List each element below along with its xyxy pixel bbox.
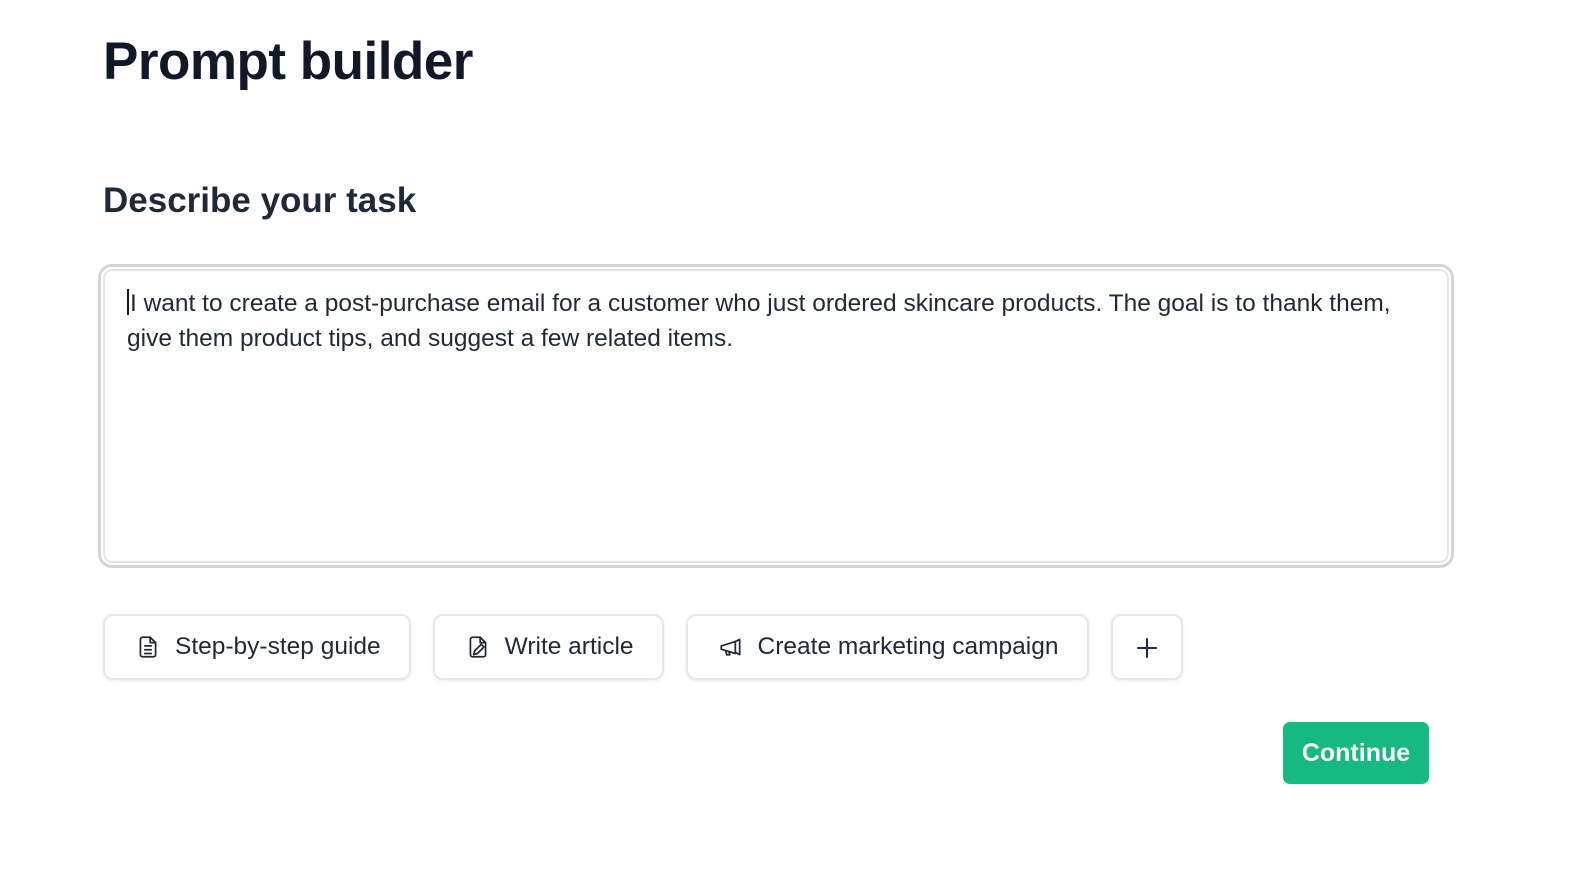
document-icon [135, 634, 161, 660]
text-caret [127, 289, 129, 315]
add-chip-button[interactable] [1110, 614, 1183, 680]
megaphone-icon [718, 634, 744, 660]
plus-icon [1135, 635, 1159, 659]
chip-write-article[interactable]: Write article [432, 614, 664, 680]
template-chips: Step-by-step guide Write article Create … [103, 614, 1183, 680]
task-text: I want to create a post-purchase email f… [127, 290, 1391, 352]
chip-step-by-step-guide[interactable]: Step-by-step guide [103, 614, 411, 680]
chip-label: Write article [504, 633, 634, 660]
task-heading: Describe your task [103, 181, 417, 220]
task-textarea[interactable]: I want to create a post-purchase email f… [98, 264, 1454, 568]
task-textarea-inner[interactable]: I want to create a post-purchase email f… [103, 269, 1449, 563]
chip-label: Step-by-step guide [175, 633, 381, 660]
edit-document-icon [465, 634, 491, 660]
continue-button[interactable]: Continue [1283, 722, 1429, 784]
task-text-content[interactable]: I want to create a post-purchase email f… [127, 286, 1417, 356]
chip-create-marketing-campaign[interactable]: Create marketing campaign [685, 614, 1089, 680]
chip-label: Create marketing campaign [757, 633, 1059, 660]
page-title: Prompt builder [103, 32, 473, 91]
